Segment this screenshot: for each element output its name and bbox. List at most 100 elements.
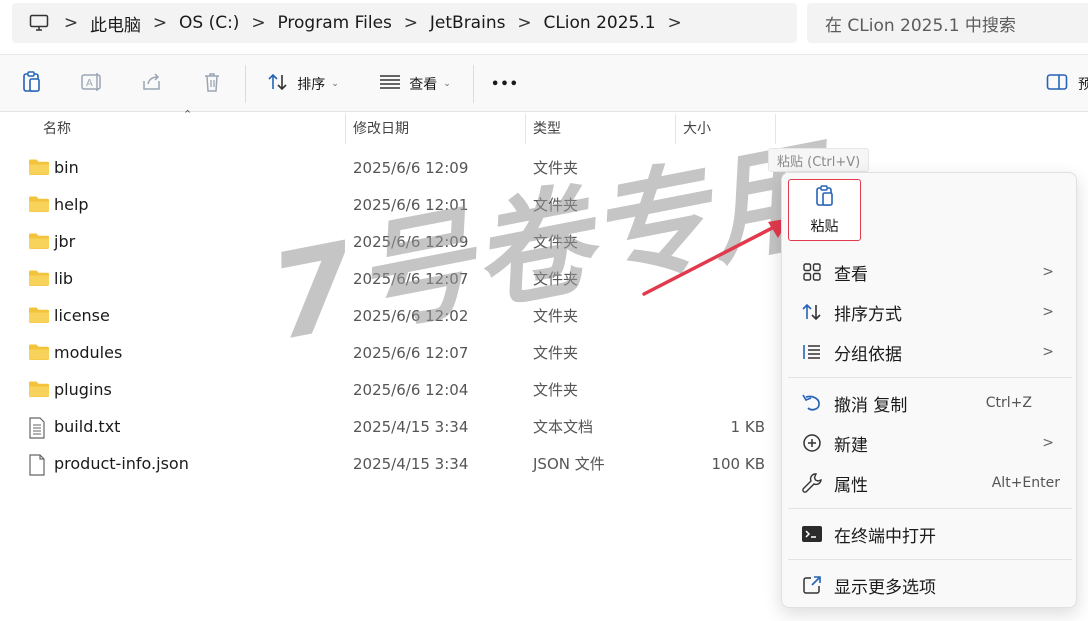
computer-icon[interactable] — [26, 12, 52, 34]
breadcrumb-program-files[interactable]: Program Files — [277, 13, 391, 33]
paste-toolbar-button[interactable] — [18, 67, 46, 101]
folder-icon — [28, 269, 50, 289]
file-row[interactable]: license 2025/6/6 12:02 文件夹 — [22, 297, 777, 334]
breadcrumb-separator[interactable]: > — [141, 13, 179, 33]
sort-label: 排序 — [297, 77, 326, 93]
breadcrumb-separator[interactable]: > — [505, 13, 543, 33]
folder-icon — [28, 158, 50, 178]
rename-toolbar-button[interactable]: A — [78, 67, 106, 101]
menu-item-label: 在终端中打开 — [834, 526, 936, 547]
breadcrumb-separator[interactable]: > — [392, 13, 430, 33]
chevron-right-icon: > — [1042, 304, 1054, 320]
menu-item-label: 新建 — [834, 435, 868, 456]
column-header-type-label: 类型 — [533, 121, 561, 137]
menu-item-open-in-terminal[interactable]: 在终端中打开 — [788, 515, 1072, 553]
column-header-date-label: 修改日期 — [353, 121, 409, 137]
breadcrumb-clion[interactable]: CLion 2025.1 — [543, 13, 655, 33]
preview-pane-icon — [1046, 73, 1068, 95]
file-type: 文件夹 — [533, 381, 579, 399]
file-modified-date: 2025/4/15 3:34 — [353, 417, 469, 436]
file-modified-date: 2025/6/6 12:09 — [353, 158, 469, 177]
sort-icon — [267, 72, 289, 96]
command-bar: A 排序 ⌄ 查看 ⌄ ••• 预 — [0, 54, 1088, 112]
file-modified-date: 2025/6/6 12:01 — [353, 195, 469, 214]
menu-item-show-more-options[interactable]: 显示更多选项 — [788, 566, 1072, 604]
folder-icon — [28, 343, 50, 363]
preview-label: 预 — [1078, 77, 1088, 93]
folder-icon — [28, 306, 50, 326]
column-header-date[interactable]: 修改日期 — [353, 112, 409, 144]
file-size: 100 KB — [711, 454, 765, 473]
menu-divider — [788, 508, 1072, 509]
delete-toolbar-button[interactable] — [198, 67, 226, 101]
paste-tooltip: 粘贴 (Ctrl+V) — [768, 148, 870, 172]
file-row[interactable]: help 2025/6/6 12:01 文件夹 — [22, 186, 777, 223]
sort-button[interactable]: 排序 ⌄ — [262, 67, 344, 101]
breadcrumb[interactable]: > 此电脑 > OS (C:) > Program Files > JetBra… — [12, 3, 797, 43]
file-modified-date: 2025/6/6 12:02 — [353, 306, 469, 325]
share-icon — [141, 72, 163, 96]
file-row[interactable]: product-info.json 2025/4/15 3:34 JSON 文件 10… — [22, 445, 777, 482]
file-type: 文件夹 — [533, 159, 579, 177]
chevron-down-icon: ⌄ — [443, 79, 451, 89]
file-modified-date: 2025/6/6 12:07 — [353, 343, 469, 362]
search-placeholder: 在 CLion 2025.1 中搜索 — [825, 15, 1016, 36]
wrench-icon — [800, 472, 824, 494]
preview-pane-button[interactable]: 预 — [1046, 67, 1088, 101]
menu-item-label: 显示更多选项 — [834, 577, 936, 598]
text-file-icon — [28, 417, 50, 439]
clipboard-icon — [814, 184, 836, 212]
file-name: jbr — [54, 232, 76, 251]
file-modified-date: 2025/6/6 12:07 — [353, 269, 469, 288]
file-icon — [28, 454, 50, 476]
menu-item-undo-copy[interactable]: 撤消 复制 Ctrl+Z — [788, 384, 1072, 422]
file-row[interactable]: plugins 2025/6/6 12:04 文件夹 — [22, 371, 777, 408]
sort-ascending-icon: ⌃ — [183, 108, 193, 121]
menu-item-group-by[interactable]: 分组依据 > — [788, 333, 1072, 371]
share-toolbar-button[interactable] — [138, 67, 166, 101]
file-name: license — [54, 306, 110, 325]
rename-icon: A — [80, 71, 104, 97]
menu-item-new[interactable]: 新建 > — [788, 424, 1072, 462]
breadcrumb-separator[interactable]: > — [656, 13, 694, 33]
menu-item-sort-by[interactable]: 排序方式 > — [788, 293, 1072, 331]
column-divider[interactable] — [775, 114, 776, 144]
column-header-size[interactable]: 大小 — [683, 112, 711, 144]
menu-item-label: 分组依据 — [834, 344, 902, 365]
breadcrumb-separator[interactable]: > — [52, 13, 90, 33]
column-header-name[interactable]: 名称 — [43, 112, 71, 144]
file-row[interactable]: modules 2025/6/6 12:07 文件夹 — [22, 334, 777, 371]
chevron-down-icon: ⌄ — [331, 79, 339, 89]
column-header-type[interactable]: 类型 — [533, 112, 561, 144]
file-type: 文件夹 — [533, 233, 579, 251]
column-divider[interactable] — [525, 114, 526, 144]
breadcrumb-jetbrains[interactable]: JetBrains — [430, 13, 506, 33]
context-menu: 粘贴 查看 > 排序方式 > 分组依据 > 撤消 复制 Ctrl+Z 新建 > — [781, 172, 1077, 608]
file-row[interactable]: bin 2025/6/6 12:09 文件夹 — [22, 149, 777, 186]
column-divider[interactable] — [675, 114, 676, 144]
file-size: 1 KB — [730, 417, 765, 436]
chevron-right-icon: > — [1042, 264, 1054, 280]
view-button[interactable]: 查看 ⌄ — [374, 67, 456, 101]
file-type: JSON 文件 — [533, 455, 605, 473]
file-row[interactable]: build.txt 2025/4/15 3:34 文本文档 1 KB — [22, 408, 777, 445]
search-input[interactable]: 在 CLion 2025.1 中搜索 — [807, 3, 1088, 43]
menu-item-properties[interactable]: 属性 Alt+Enter — [788, 464, 1072, 502]
breadcrumb-drive-c[interactable]: OS (C:) — [179, 13, 239, 33]
file-name: product-info.json — [54, 454, 189, 473]
view-list-icon — [379, 74, 401, 94]
context-paste-label: 粘贴 — [810, 219, 839, 235]
file-name: plugins — [54, 380, 112, 399]
file-name: bin — [54, 158, 79, 177]
breadcrumb-this-pc[interactable]: 此电脑 — [90, 11, 141, 36]
file-row[interactable]: lib 2025/6/6 12:07 文件夹 — [22, 260, 777, 297]
more-options-button[interactable]: ••• — [490, 67, 520, 101]
file-type: 文件夹 — [533, 196, 579, 214]
chevron-right-icon: > — [1042, 435, 1054, 451]
file-row[interactable]: jbr 2025/6/6 12:09 文件夹 — [22, 223, 777, 260]
menu-item-view[interactable]: 查看 > — [788, 253, 1072, 291]
breadcrumb-separator[interactable]: > — [239, 13, 277, 33]
file-modified-date: 2025/6/6 12:04 — [353, 380, 469, 399]
context-paste-button[interactable]: 粘贴 — [788, 179, 861, 241]
column-divider[interactable] — [345, 114, 346, 144]
